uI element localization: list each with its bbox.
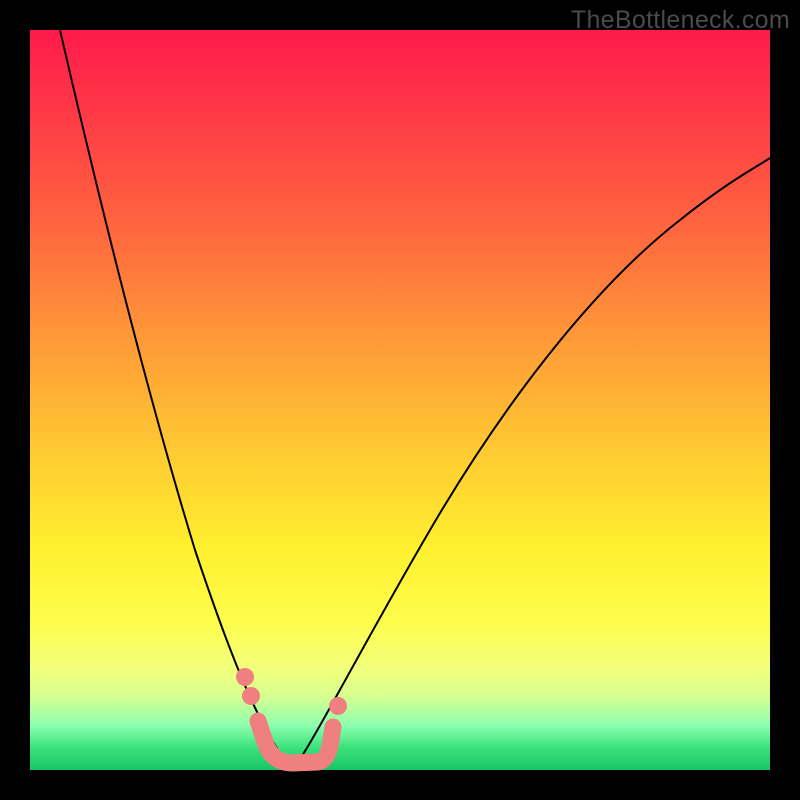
- accent-u-band: [258, 721, 333, 763]
- accent-dot-left-upper: [236, 668, 254, 686]
- chart-frame: TheBottleneck.com: [0, 0, 800, 800]
- right-curve: [293, 158, 770, 770]
- plot-area: [30, 30, 770, 770]
- accent-dot-right: [329, 697, 347, 715]
- curves-svg: [30, 30, 770, 770]
- accent-dot-left-lower: [242, 687, 260, 705]
- left-curve: [60, 30, 293, 770]
